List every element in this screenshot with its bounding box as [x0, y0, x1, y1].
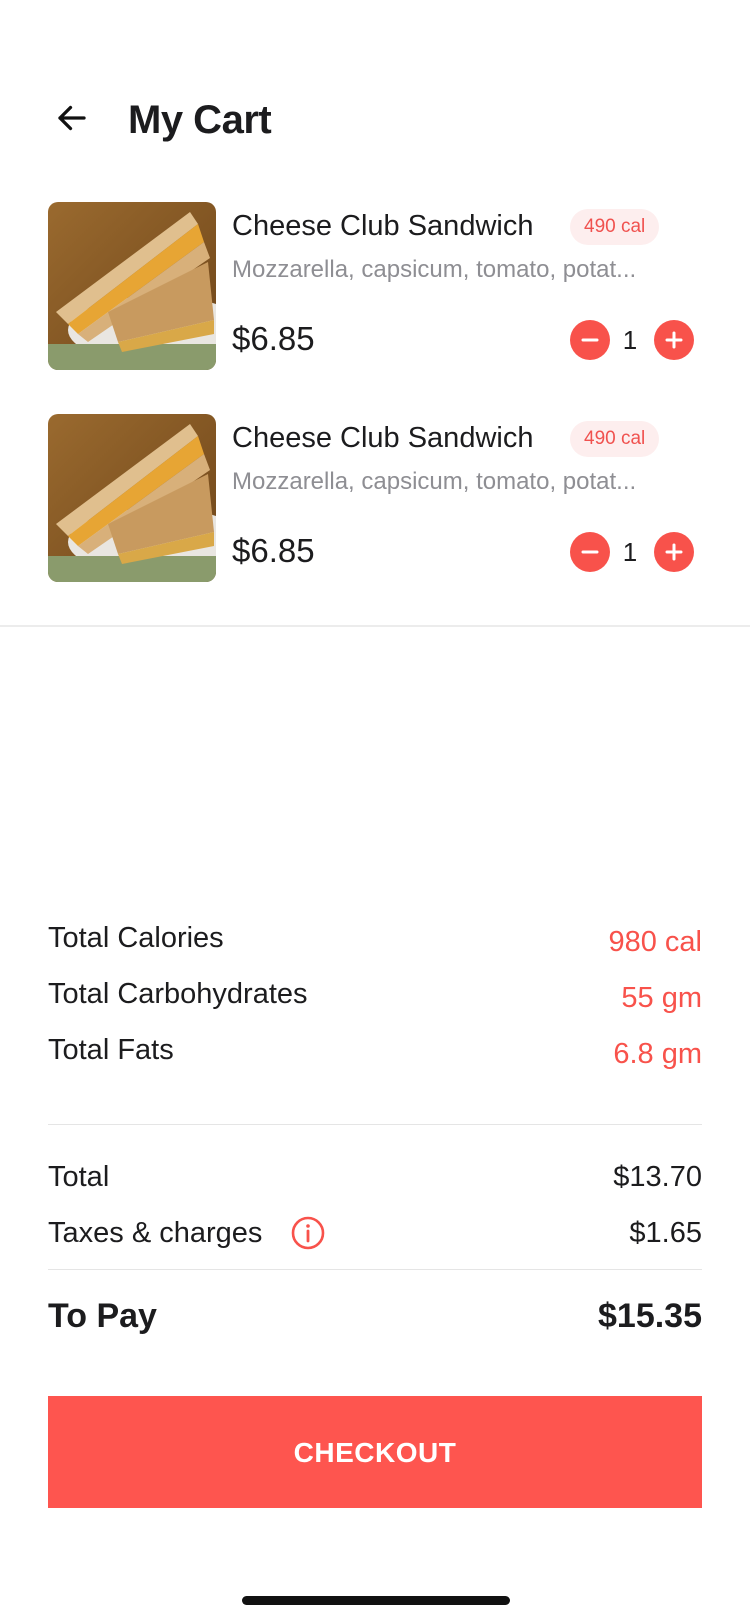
header: My Cart — [0, 60, 750, 180]
item-description: Mozzarella, capsicum, tomato, potat... — [232, 468, 637, 495]
cart-list: Cheese Club Sandwich 490 cal Mozzarella,… — [0, 202, 750, 626]
total-row: Total $13.70 — [48, 1157, 702, 1213]
sandwich-photo[interactable] — [48, 202, 216, 370]
calorie-badge: 490 cal — [570, 209, 660, 245]
decrease-quantity-button[interactable] — [570, 320, 610, 360]
divider — [48, 1269, 702, 1270]
to-pay-row: To Pay $15.35 — [48, 1292, 702, 1352]
to-pay-value: $15.35 — [598, 1297, 702, 1335]
back-button[interactable] — [48, 94, 96, 142]
item-name: Cheese Club Sandwich — [232, 210, 534, 242]
increase-quantity-button[interactable] — [654, 532, 694, 572]
increase-quantity-button[interactable] — [654, 320, 694, 360]
item-name: Cheese Club Sandwich — [232, 422, 534, 454]
divider — [48, 1124, 702, 1125]
cart-item: Cheese Club Sandwich 490 cal Mozzarella,… — [0, 202, 750, 370]
total-carbs-value: 55 gm — [621, 982, 702, 1014]
total-calories-row: Total Calories 980 cal — [48, 918, 702, 974]
sandwich-photo[interactable] — [48, 414, 216, 582]
info-icon[interactable] — [290, 1215, 326, 1251]
total-fats-label: Total Fats — [48, 1034, 174, 1066]
total-fats-row: Total Fats 6.8 gm — [48, 1030, 702, 1086]
item-description: Mozzarella, capsicum, tomato, potat... — [232, 256, 637, 283]
plus-icon — [665, 543, 683, 561]
total-carbs-label: Total Carbohydrates — [48, 978, 308, 1010]
total-calories-label: Total Calories — [48, 922, 224, 954]
total-label: Total — [48, 1161, 110, 1193]
section-divider — [0, 625, 750, 627]
home-indicator — [242, 1596, 510, 1605]
taxes-value: $1.65 — [629, 1217, 702, 1249]
item-price: $6.85 — [232, 320, 315, 357]
taxes-row: Taxes & charges $1.65 — [48, 1213, 702, 1269]
order-summary: Total Calories 980 cal Total Carbohydrat… — [48, 918, 702, 1352]
to-pay-label: To Pay — [48, 1297, 157, 1335]
minus-icon — [581, 338, 599, 342]
taxes-label: Taxes & charges — [48, 1217, 263, 1249]
decrease-quantity-button[interactable] — [570, 532, 610, 572]
cart-item: Cheese Club Sandwich 490 cal Mozzarella,… — [0, 414, 750, 582]
checkout-button[interactable]: CHECKOUT — [48, 1396, 702, 1508]
total-fats-value: 6.8 gm — [613, 1038, 702, 1070]
quantity-value: 1 — [622, 537, 638, 567]
minus-icon — [581, 550, 599, 554]
total-value: $13.70 — [613, 1161, 702, 1193]
calorie-badge: 490 cal — [570, 421, 660, 457]
item-price: $6.85 — [232, 532, 315, 569]
quantity-value: 1 — [622, 325, 638, 355]
total-calories-value: 980 cal — [608, 926, 702, 958]
arrow-left-icon — [58, 105, 86, 131]
total-carbs-row: Total Carbohydrates 55 gm — [48, 974, 702, 1030]
plus-icon — [665, 331, 683, 349]
page-title: My Cart — [128, 98, 272, 142]
